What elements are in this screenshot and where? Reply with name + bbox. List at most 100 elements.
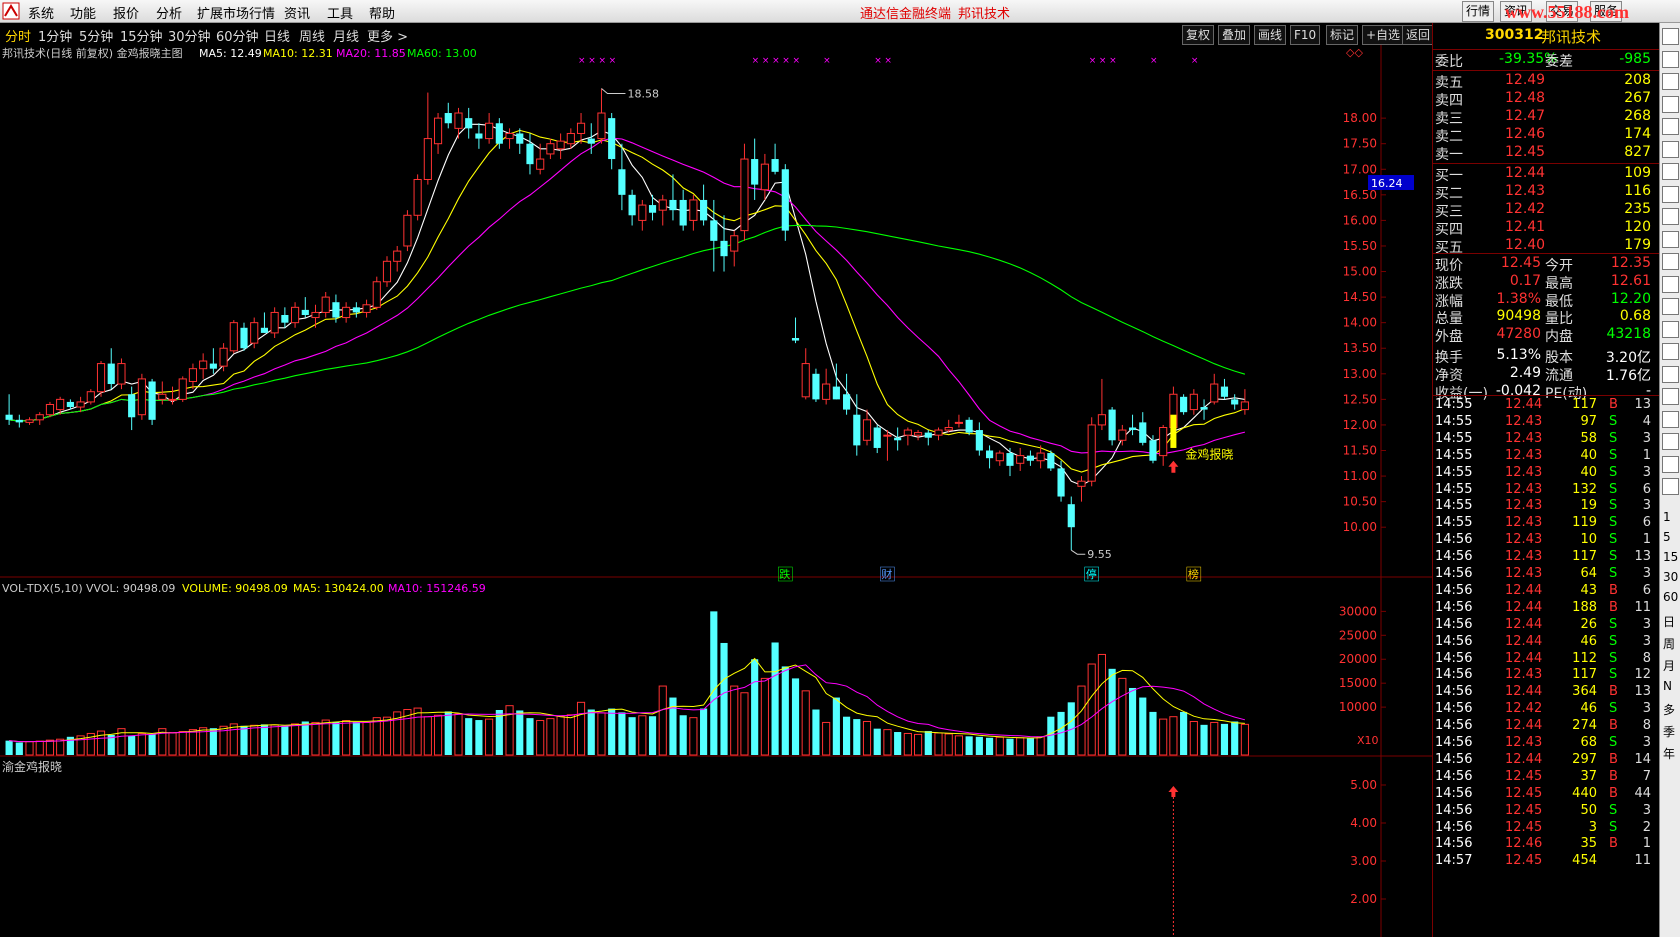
- tick-row[interactable]: 14:55 12.43 19 S 3: [1433, 498, 1659, 516]
- tool-icon[interactable]: [1662, 433, 1679, 450]
- tool-icon[interactable]: [1662, 343, 1679, 360]
- period-shortcut[interactable]: 1: [1663, 510, 1671, 524]
- tick-side: B: [1609, 599, 1618, 615]
- tool-icon[interactable]: [1662, 253, 1679, 270]
- chart-area[interactable]: 邦讯技术(日线 前复权) 金鸡报晓主图 MA5: 12.49 MA10: 12.…: [0, 45, 1432, 937]
- menu-help[interactable]: 帮助: [369, 3, 395, 22]
- quote-button[interactable]: 行情: [1462, 1, 1495, 22]
- tool-icon[interactable]: [1662, 163, 1679, 180]
- tab-5min[interactable]: 5分钟: [79, 26, 113, 45]
- tick-row[interactable]: 14:57 12.45 454 11: [1433, 853, 1659, 871]
- candle-body: [362, 304, 371, 313]
- menu-function[interactable]: 功能: [70, 3, 96, 22]
- period-shortcut[interactable]: 60: [1663, 590, 1678, 604]
- period-shortcut[interactable]: 30: [1663, 570, 1678, 584]
- tool-icon[interactable]: [1662, 388, 1679, 405]
- tick-row[interactable]: 14:56 12.43 117 S 12: [1433, 667, 1659, 685]
- tick-row[interactable]: 14:56 12.43 68 S 3: [1433, 735, 1659, 753]
- tick-row[interactable]: 14:56 12.42 46 S 3: [1433, 701, 1659, 719]
- back-button[interactable]: 返回: [1402, 25, 1435, 45]
- tick-row[interactable]: 14:55 12.43 119 S 6: [1433, 515, 1659, 533]
- tool-icon[interactable]: [1662, 298, 1679, 315]
- tick-row[interactable]: 14:56 12.43 10 S 1: [1433, 532, 1659, 550]
- tick-row[interactable]: 14:56 12.46 35 B 1: [1433, 836, 1659, 854]
- tool-icon[interactable]: [1662, 185, 1679, 203]
- tool-icon[interactable]: [1662, 140, 1679, 158]
- tick-row[interactable]: 14:56 12.45 37 B 7: [1433, 769, 1659, 787]
- menu-news[interactable]: 资讯: [284, 3, 310, 22]
- tick-row[interactable]: 14:56 12.44 297 B 14: [1433, 752, 1659, 770]
- tool-icon[interactable]: [1662, 50, 1679, 68]
- tool-icon[interactable]: [1662, 320, 1679, 338]
- cycle-shortcut[interactable]: N: [1663, 679, 1672, 693]
- volume-bar: [433, 714, 443, 756]
- tab-15min[interactable]: 15分钟: [120, 26, 163, 45]
- tool-icon[interactable]: [1662, 208, 1679, 225]
- candle-body: [700, 199, 708, 221]
- tick-row[interactable]: 14:56 12.44 188 B 11: [1433, 600, 1659, 618]
- tick-row[interactable]: 14:56 12.45 3 S 2: [1433, 820, 1659, 838]
- tick-row[interactable]: 14:56 12.44 274 B 8: [1433, 718, 1659, 736]
- menu-extended-market[interactable]: 扩展市场行情: [197, 3, 275, 22]
- volume-bar: [465, 718, 473, 755]
- tool-icon[interactable]: [1662, 455, 1679, 473]
- tick-row[interactable]: 14:55 12.43 40 S 3: [1433, 465, 1659, 483]
- period-shortcut[interactable]: 5: [1663, 530, 1671, 544]
- top-marker: ×: [1191, 56, 1199, 66]
- tick-row[interactable]: 14:56 12.44 46 S 3: [1433, 634, 1659, 652]
- add-watchlist-button[interactable]: +自选: [1362, 25, 1405, 45]
- tab-daily[interactable]: 日线: [264, 26, 290, 45]
- menu-analysis[interactable]: 分析: [156, 3, 182, 22]
- tick-time: 14:56: [1435, 667, 1473, 683]
- tick-row[interactable]: 14:56 12.44 26 S 3: [1433, 617, 1659, 635]
- tick-row[interactable]: 14:56 12.45 50 S 3: [1433, 803, 1659, 821]
- tool-icon[interactable]: [1662, 275, 1679, 293]
- tool-icon[interactable]: [1662, 478, 1679, 495]
- tool-icon[interactable]: [1662, 95, 1679, 113]
- tick-row[interactable]: 14:55 12.43 40 S 1: [1433, 448, 1659, 466]
- tick-row[interactable]: 14:56 12.45 440 B 44: [1433, 786, 1659, 804]
- tick-row[interactable]: 14:55 12.43 58 S 3: [1433, 431, 1659, 449]
- draw-button[interactable]: 画线: [1254, 25, 1287, 45]
- tick-row[interactable]: 14:56 12.44 43 B 6: [1433, 583, 1659, 601]
- cycle-shortcut[interactable]: 季: [1663, 723, 1675, 740]
- tick-side: S: [1609, 566, 1618, 581]
- tick-volume: 297: [1572, 751, 1597, 767]
- tool-icon[interactable]: [1662, 73, 1679, 90]
- cycle-shortcut[interactable]: 月: [1663, 657, 1675, 674]
- tool-icon[interactable]: [1662, 28, 1679, 45]
- tab-more[interactable]: 更多 >: [367, 26, 408, 45]
- tick-row[interactable]: 14:56 12.43 64 S 3: [1433, 566, 1659, 584]
- period-shortcut[interactable]: 15: [1663, 550, 1678, 564]
- menu-system[interactable]: 系统: [28, 3, 54, 22]
- tab-intraday[interactable]: 分时: [5, 26, 31, 45]
- f10-button[interactable]: F10: [1290, 25, 1321, 45]
- cycle-shortcut[interactable]: 周: [1663, 635, 1675, 652]
- tab-monthly[interactable]: 月线: [333, 26, 359, 45]
- tool-icon[interactable]: [1662, 365, 1679, 383]
- tick-row[interactable]: 14:55 12.44 117 B 13: [1433, 397, 1659, 415]
- tick-row[interactable]: 14:55 12.43 132 S 6: [1433, 482, 1659, 500]
- overlay-button[interactable]: 叠加: [1218, 25, 1251, 45]
- candle-body: [444, 113, 452, 124]
- cycle-shortcut[interactable]: 年: [1663, 745, 1675, 762]
- tool-icon[interactable]: [1662, 410, 1679, 428]
- tab-30min[interactable]: 30分钟: [168, 26, 211, 45]
- volume-bar: [413, 707, 422, 756]
- tick-row[interactable]: 14:56 12.44 112 S 8: [1433, 651, 1659, 669]
- menu-quote[interactable]: 报价: [113, 3, 139, 22]
- adjust-button[interactable]: 复权: [1182, 25, 1215, 45]
- tool-icon[interactable]: [1662, 118, 1679, 135]
- mark-button[interactable]: 标记: [1326, 25, 1359, 45]
- tick-row[interactable]: 14:55 12.43 97 S 4: [1433, 414, 1659, 432]
- tab-1min[interactable]: 1分钟: [38, 26, 72, 45]
- cycle-shortcut[interactable]: 日: [1663, 613, 1675, 630]
- tick-row[interactable]: 14:56 12.44 364 B 13: [1433, 684, 1659, 702]
- tick-row[interactable]: 14:56 12.43 117 S 13: [1433, 549, 1659, 567]
- tab-60min[interactable]: 60分钟: [216, 26, 259, 45]
- vol-tick-label: 30000: [1339, 604, 1377, 618]
- tool-icon[interactable]: [1662, 230, 1679, 248]
- cycle-shortcut[interactable]: 多: [1663, 701, 1675, 718]
- menu-tools[interactable]: 工具: [327, 3, 353, 22]
- tab-weekly[interactable]: 周线: [299, 26, 325, 45]
